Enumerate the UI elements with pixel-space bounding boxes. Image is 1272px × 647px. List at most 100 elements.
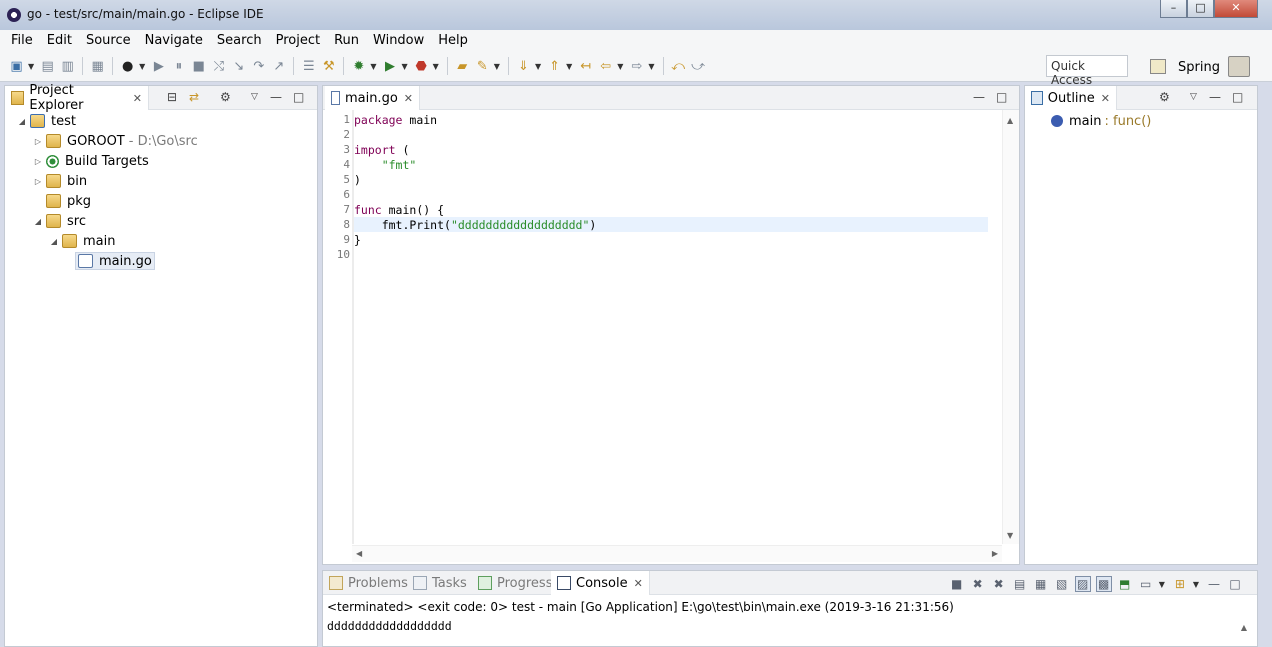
maximize-button[interactable]: □ xyxy=(1187,0,1214,18)
link-with-editor-icon[interactable]: ⇄ xyxy=(189,90,199,104)
view-menu-icon[interactable]: ▽ xyxy=(251,92,258,102)
editor-horizontal-scrollbar[interactable]: ◀ ▶ xyxy=(352,545,1002,562)
debug-icon[interactable]: ✹ xyxy=(350,58,367,75)
editor-vertical-scrollbar[interactable]: ▲ ▼ xyxy=(1002,110,1019,544)
format-icon[interactable]: ☰ xyxy=(300,58,317,75)
save-all-icon[interactable]: ▥ xyxy=(59,58,76,75)
tab-outline[interactable]: Outline ✕ xyxy=(1025,86,1117,110)
new-icon[interactable]: ▣ xyxy=(8,58,25,75)
menu-source[interactable]: Source xyxy=(79,33,138,48)
outline-item-main[interactable]: main : func() xyxy=(1051,112,1151,130)
word-wrap-icon[interactable]: ▧ xyxy=(1054,576,1070,592)
maximize-view-icon[interactable]: □ xyxy=(1227,576,1243,592)
user-dropdown-icon[interactable]: ▼ xyxy=(139,62,145,71)
back-icon[interactable]: ⇦ xyxy=(597,58,614,75)
save-icon[interactable]: ▤ xyxy=(39,58,56,75)
code-line[interactable]: fmt.Print("dddddddddddddddddd") xyxy=(354,218,597,232)
toggle-breadcrumb-icon[interactable]: ⤻ xyxy=(690,58,707,75)
menu-search[interactable]: Search xyxy=(210,33,269,48)
scroll-lock-icon[interactable]: ▦ xyxy=(1033,576,1049,592)
minimize-editor-icon[interactable]: — xyxy=(973,90,985,104)
expanded-twisty-icon[interactable]: ◢ xyxy=(17,117,27,126)
perspective-spring-label[interactable]: Spring xyxy=(1178,60,1220,75)
debug-dropdown-icon[interactable]: ▼ xyxy=(370,62,376,71)
menu-edit[interactable]: Edit xyxy=(40,33,79,48)
tree-item-pkg[interactable]: pkg xyxy=(33,192,91,210)
external-tools-dropdown-icon[interactable]: ▼ xyxy=(433,62,439,71)
forward-icon[interactable]: ⇨ xyxy=(628,58,645,75)
minimize-view-icon[interactable]: — xyxy=(270,90,282,104)
menu-project[interactable]: Project xyxy=(269,33,327,48)
step-into-icon[interactable]: ↘ xyxy=(230,58,247,75)
pin-editor-icon[interactable]: ⤺ xyxy=(670,58,687,75)
tab-tasks[interactable]: Tasks xyxy=(407,571,473,595)
display-selected-console-icon[interactable]: ▭ xyxy=(1138,576,1154,592)
expanded-twisty-icon[interactable]: ◢ xyxy=(33,217,43,226)
clear-console-icon[interactable]: ▤ xyxy=(1012,576,1028,592)
maximize-view-icon[interactable]: □ xyxy=(293,90,304,104)
tree-item-main-go[interactable]: main.go xyxy=(75,252,155,270)
open-folder-icon[interactable]: ▰ xyxy=(454,58,471,75)
quick-access-input[interactable]: Quick Access xyxy=(1046,55,1128,87)
disconnect-icon[interactable]: ⤭ xyxy=(210,58,227,75)
code-line[interactable]: } xyxy=(354,233,361,247)
tree-item-goroot[interactable]: ▷ GOROOT - D:\Go\src xyxy=(33,132,198,150)
close-button[interactable]: ✕ xyxy=(1214,0,1258,18)
menu-help[interactable]: Help xyxy=(431,33,475,48)
tree-item-test[interactable]: ◢ test xyxy=(17,112,76,130)
search-dropdown-icon[interactable]: ▼ xyxy=(494,62,500,71)
show-on-stdout-icon[interactable]: ▨ xyxy=(1074,576,1091,592)
maximize-view-icon[interactable]: □ xyxy=(1232,90,1243,104)
code-line[interactable]: import ( xyxy=(354,143,409,157)
minimize-button[interactable]: – xyxy=(1160,0,1187,18)
close-tab-icon[interactable]: ✕ xyxy=(1101,92,1110,105)
console-scroll-up-icon[interactable]: ▲ xyxy=(1241,623,1247,632)
run-dropdown-icon[interactable]: ▼ xyxy=(401,62,407,71)
scroll-left-icon[interactable]: ◀ xyxy=(356,549,362,558)
search-icon[interactable]: ✎ xyxy=(474,58,491,75)
resume-icon[interactable]: ▶ xyxy=(150,58,167,75)
build-icon[interactable]: ⚒ xyxy=(320,58,337,75)
display-console-dropdown-icon[interactable]: ▼ xyxy=(1159,580,1165,589)
filter-icon[interactable]: ⚙ xyxy=(220,90,231,104)
code-line[interactable]: package main xyxy=(354,113,437,127)
tree-item-src[interactable]: ◢ src xyxy=(33,212,86,230)
code-line[interactable]: func main() { xyxy=(354,203,444,217)
terminate-icon[interactable]: ■ xyxy=(190,58,207,75)
open-console-dropdown-icon[interactable]: ▼ xyxy=(1193,580,1199,589)
tab-console[interactable]: Console ✕ xyxy=(551,571,650,595)
code-line[interactable]: ) xyxy=(354,173,361,187)
show-on-stderr-icon[interactable]: ▩ xyxy=(1095,576,1112,592)
tab-problems[interactable]: Problems xyxy=(323,571,414,595)
previous-annotation-dropdown-icon[interactable]: ▼ xyxy=(566,62,572,71)
collapsed-twisty-icon[interactable]: ▷ xyxy=(33,177,43,186)
run-icon[interactable]: ▶ xyxy=(381,58,398,75)
filter-icon[interactable]: ⚙ xyxy=(1159,90,1170,104)
next-annotation-icon[interactable]: ⇓ xyxy=(515,58,532,75)
close-tab-icon[interactable]: ✕ xyxy=(404,92,413,105)
back-dropdown-icon[interactable]: ▼ xyxy=(617,62,623,71)
new-dropdown-icon[interactable]: ▼ xyxy=(28,62,34,71)
open-perspective-icon[interactable] xyxy=(1150,59,1166,74)
minimize-view-icon[interactable]: — xyxy=(1206,576,1222,592)
close-tab-icon[interactable]: ✕ xyxy=(634,577,643,590)
tree-item-main-package[interactable]: ◢ main xyxy=(49,232,116,250)
close-tab-icon[interactable]: ✕ xyxy=(133,92,142,105)
scroll-up-icon[interactable]: ▲ xyxy=(1007,116,1013,125)
last-edit-icon[interactable]: ↤ xyxy=(577,58,594,75)
expanded-twisty-icon[interactable]: ◢ xyxy=(49,237,59,246)
external-tools-icon[interactable]: ⬣ xyxy=(413,58,430,75)
forward-dropdown-icon[interactable]: ▼ xyxy=(648,62,654,71)
user-icon[interactable]: ● xyxy=(119,58,136,75)
tree-item-bin[interactable]: ▷ bin xyxy=(33,172,87,190)
next-annotation-dropdown-icon[interactable]: ▼ xyxy=(535,62,541,71)
tab-main-go[interactable]: main.go ✕ xyxy=(325,86,420,110)
menu-navigate[interactable]: Navigate xyxy=(138,33,210,48)
tree-item-build-targets[interactable]: ▷ Build Targets xyxy=(33,152,149,170)
step-return-icon[interactable]: ↗ xyxy=(270,58,287,75)
collapse-all-icon[interactable]: ⊟ xyxy=(167,90,177,104)
tab-progress[interactable]: Progress xyxy=(472,571,558,595)
binary-icon[interactable]: ▦ xyxy=(89,58,106,75)
menu-window[interactable]: Window xyxy=(366,33,431,48)
scroll-down-icon[interactable]: ▼ xyxy=(1007,531,1013,540)
